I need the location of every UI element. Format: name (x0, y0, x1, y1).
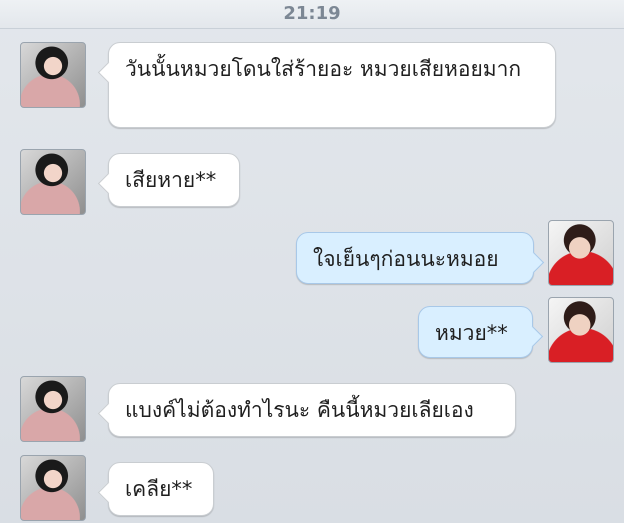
timestamp: 21:19 (0, 0, 624, 29)
contact-avatar[interactable] (20, 149, 86, 215)
chat-screen: 21:19 วันนั้นหมวยโดนใส่ร้ายอะ หมวยเสียหอ… (0, 0, 624, 523)
contact-avatar[interactable] (20, 455, 86, 521)
message-bubble-incoming[interactable]: แบงค์ไม่ต้องทำไรนะ คืนนี้หมวยเลียเอง (108, 383, 516, 437)
contact-avatar[interactable] (20, 42, 86, 108)
message-bubble-incoming[interactable]: วันนั้นหมวยโดนใส่ร้ายอะ หมวยเสียหอยมาก (108, 42, 556, 128)
message-bubble-incoming[interactable]: เคลีย** (108, 462, 214, 516)
user-avatar[interactable] (548, 297, 614, 363)
message-bubble-outgoing[interactable]: หมวย** (418, 306, 533, 358)
message-bubble-outgoing[interactable]: ใจเย็นๆก่อนนะหมอย (296, 232, 534, 284)
message-bubble-incoming[interactable]: เสียหาย** (108, 153, 240, 207)
user-avatar[interactable] (548, 220, 614, 286)
contact-avatar[interactable] (20, 376, 86, 442)
